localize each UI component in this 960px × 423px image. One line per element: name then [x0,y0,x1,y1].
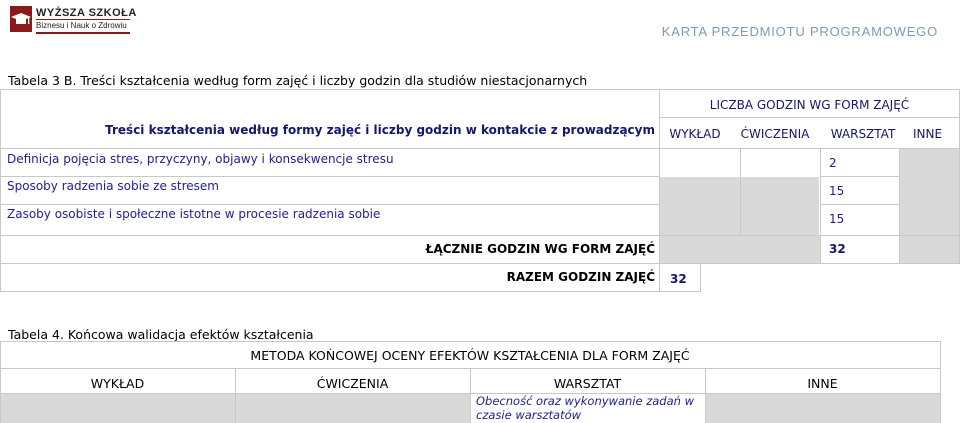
table-row-topic-1: Definicja pojęcia stres, przyczyny, obja… [7,152,394,166]
graduation-cap-icon [10,6,32,32]
t4-col-warsztat: WARSZTAT [553,375,622,391]
t4-warsztat-method: Obecność oraz wykonywanie zadań w czasie… [476,394,694,422]
table-row-hours-3: 15 [829,212,845,226]
total-by-form-value: 32 [829,242,846,256]
t4-col-cwiczenia: ĆWICZENIA [316,375,389,391]
table-row-hours-1: 2 [829,156,837,170]
logo-line-2: Biznesu i Nauk o Zdrowiu [36,21,127,30]
table-row-topic-3: Zasoby osobiste i społeczne istotne w pr… [7,207,381,221]
table-row-topic-2: Sposoby radzenia sobie ze stresem [7,179,219,193]
col-header-inne: INNE [912,127,943,141]
total-by-form-label: ŁĄCZNIE GODZIN WG FORM ZAJĘĆ [425,242,655,256]
table3: Treści kształcenia według formy zajęć i … [0,89,960,293]
t4-col-wyklad: WYKŁAD [90,375,145,391]
col-header-cwiczenia: ĆWICZENIA [740,127,810,141]
t4-col-inne: INNE [807,375,838,391]
logo-bar [36,32,130,34]
table4-caption: Tabela 4. Końcowa walidacja efektów kszt… [8,327,314,342]
document-title: KARTA PRZEDMIOTU PROGRAMOWEGO [661,24,938,39]
col-header-warsztat: WARSZTAT [830,127,896,141]
table4-header: METODA KOŃCOWEJ OCENY EFEKTÓW KSZTAŁCENI… [250,347,690,363]
table3-row-header: Treści kształcenia według formy zajęć i … [105,123,655,137]
grand-total-label: RAZEM GODZIN ZAJĘĆ [506,270,655,284]
table3-group-header: LICZBA GODZIN WG FORM ZAJĘĆ [709,98,910,112]
logo-divider [36,19,130,20]
table4: METODA KOŃCOWEJ OCENY EFEKTÓW KSZTAŁCENI… [0,341,960,423]
table-row-hours-2: 15 [829,184,845,198]
col-header-wyklad: WYKŁAD [669,127,721,141]
logo-line-1: WYŻSZA SZKOŁA [36,7,137,19]
table3-caption: Tabela 3 B. Treści kształcenia według fo… [8,73,588,88]
school-logo: WYŻSZA SZKOŁA Biznesu i Nauk o Zdrowiu [10,6,136,36]
